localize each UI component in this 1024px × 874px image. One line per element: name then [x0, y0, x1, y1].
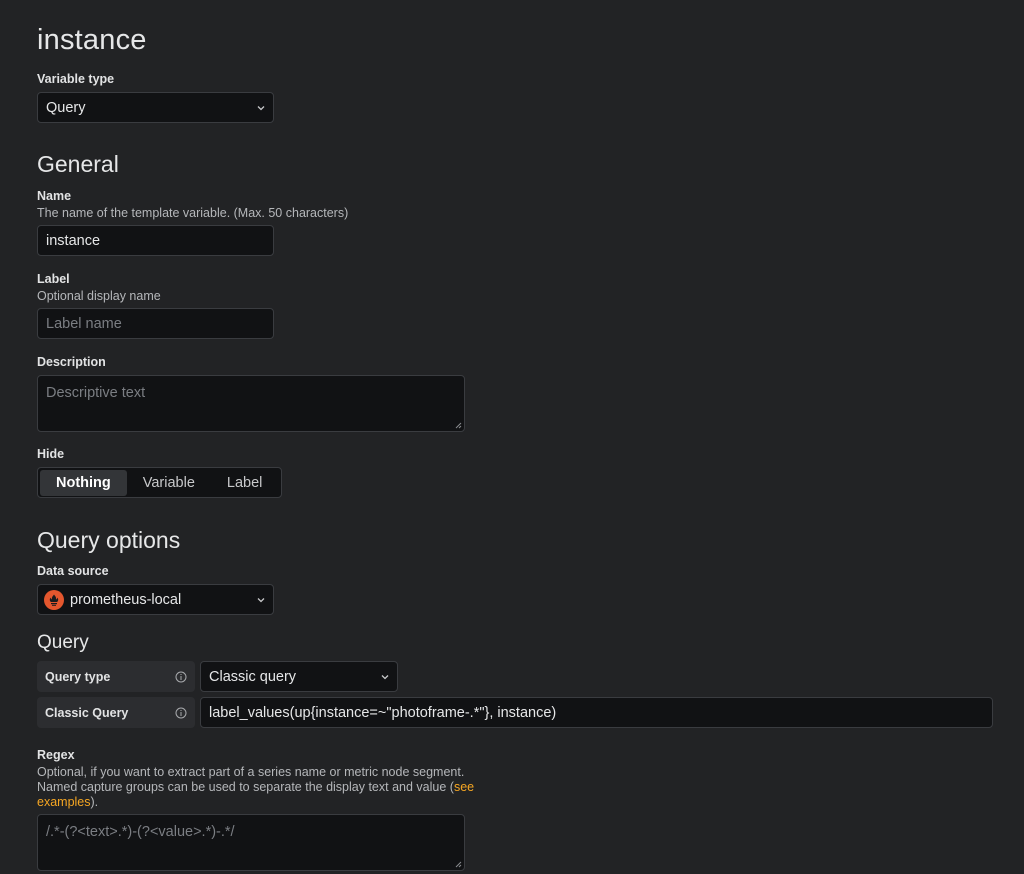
variable-type-select[interactable]: Query: [37, 92, 274, 123]
label-input[interactable]: Label name: [37, 308, 274, 339]
regex-description-line1: Optional, if you want to extract part of…: [37, 765, 465, 779]
variable-type-value: Query: [46, 99, 86, 116]
query-type-label-text: Query type: [45, 669, 111, 684]
name-input-value: instance: [46, 232, 101, 249]
name-description: The name of the template variable. (Max.…: [37, 206, 349, 220]
data-source-select[interactable]: prometheus-local: [37, 584, 274, 615]
page-title: instance: [37, 24, 147, 56]
hide-option-label[interactable]: Label: [211, 470, 278, 496]
regex-textarea[interactable]: /.*-(?<text>.*)-(?<value>.*)-.*/: [37, 814, 465, 871]
label-input-placeholder: Label name: [46, 315, 122, 332]
general-heading: General: [37, 151, 119, 177]
chevron-down-icon: [257, 105, 265, 110]
classic-query-label-text: Classic Query: [45, 705, 129, 720]
classic-query-label: Classic Query: [37, 697, 195, 728]
prometheus-icon: [44, 589, 64, 610]
info-icon[interactable]: [175, 707, 187, 719]
hide-radio-group: Nothing Variable Label: [37, 467, 282, 498]
resize-handle-icon[interactable]: [454, 860, 462, 868]
regex-description: Optional, if you want to extract part of…: [37, 765, 517, 810]
description-placeholder: Descriptive text: [46, 385, 146, 401]
name-label: Name: [37, 189, 72, 203]
label-description: Optional display name: [37, 289, 161, 303]
query-type-label: Query type: [37, 661, 195, 692]
resize-handle-icon[interactable]: [454, 421, 462, 429]
hide-option-variable[interactable]: Variable: [127, 470, 211, 496]
variable-type-label: Variable type: [37, 72, 115, 86]
hide-option-nothing[interactable]: Nothing: [40, 469, 127, 496]
query-options-heading: Query options: [37, 527, 181, 553]
name-input[interactable]: instance: [37, 225, 274, 256]
regex-placeholder: /.*-(?<text>.*)-(?<value>.*)-.*/: [46, 824, 235, 840]
query-heading: Query: [37, 632, 89, 653]
see-examples-link-part2[interactable]: examples: [37, 795, 91, 809]
regex-description-line2-text: Named capture groups can be used to sepa…: [37, 780, 454, 794]
classic-query-input[interactable]: label_values(up{instance=~"photoframe-.*…: [200, 697, 993, 728]
regex-label: Regex: [37, 748, 75, 762]
description-label: Description: [37, 355, 106, 369]
classic-query-value: label_values(up{instance=~"photoframe-.*…: [209, 704, 557, 721]
prometheus-flame-icon: [49, 594, 59, 606]
regex-description-line3: examples).: [37, 795, 517, 810]
label-label: Label: [37, 272, 70, 286]
chevron-down-icon: [381, 674, 389, 679]
info-icon[interactable]: [175, 671, 187, 683]
data-source-value: prometheus-local: [70, 591, 182, 608]
query-type-value: Classic query: [209, 668, 297, 685]
query-type-select[interactable]: Classic query: [200, 661, 398, 692]
see-examples-link-part1[interactable]: see: [454, 780, 474, 794]
chevron-down-icon: [257, 597, 265, 602]
regex-description-suffix: ).: [90, 795, 99, 809]
data-source-label: Data source: [37, 564, 109, 578]
hide-label: Hide: [37, 447, 65, 461]
data-source-value-wrap: prometheus-local: [44, 589, 182, 610]
regex-description-line2: Named capture groups can be used to sepa…: [37, 780, 517, 795]
description-textarea[interactable]: Descriptive text: [37, 375, 465, 432]
